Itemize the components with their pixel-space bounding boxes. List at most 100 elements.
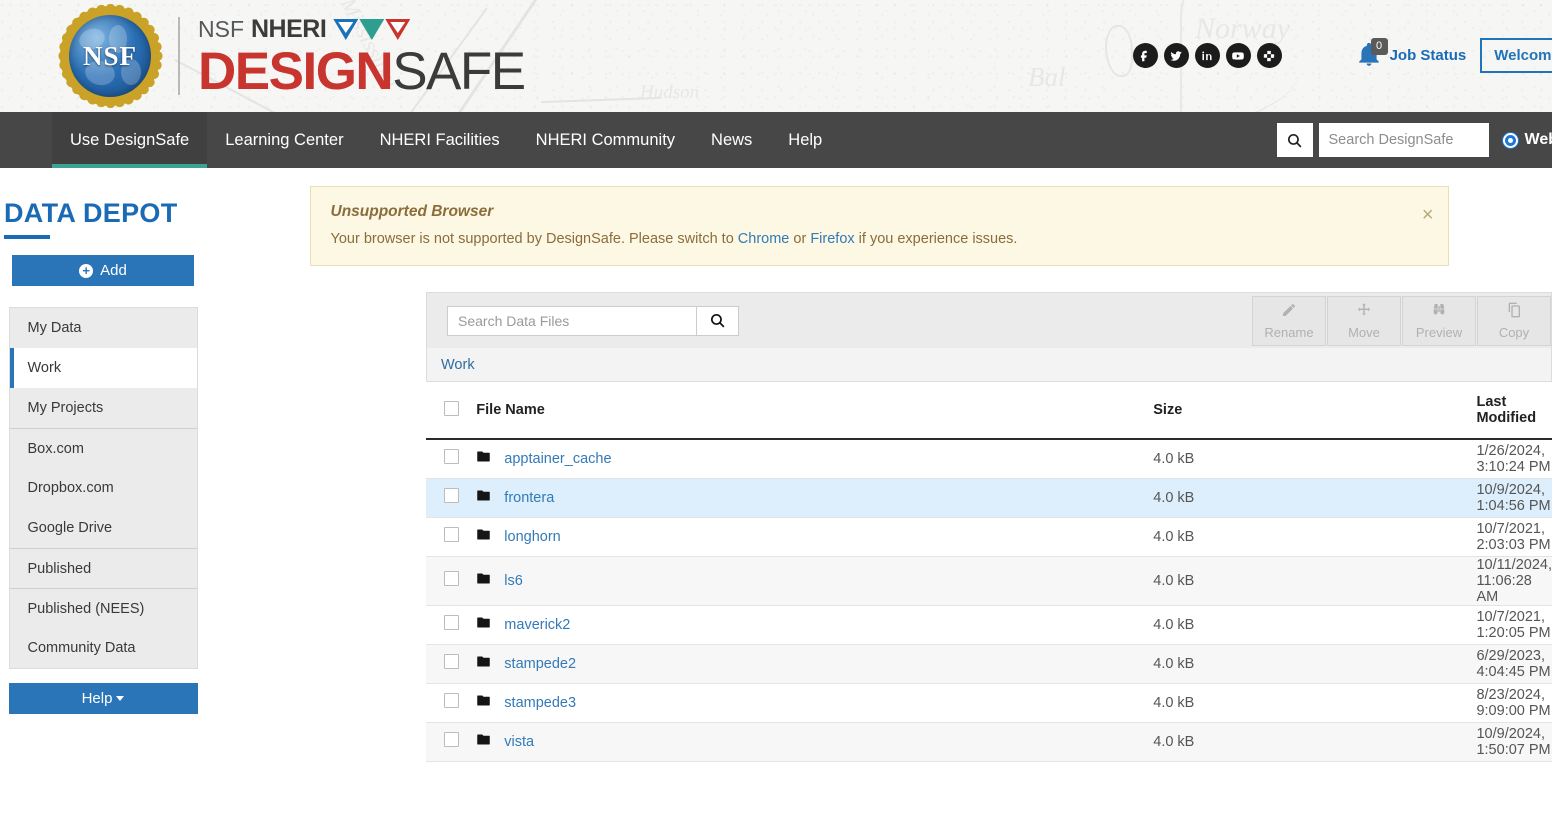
- row-select-cell: [426, 644, 477, 684]
- slack-icon[interactable]: [1256, 43, 1282, 68]
- file-name-link[interactable]: longhorn: [504, 529, 560, 545]
- help-dropdown-button[interactable]: Help: [8, 683, 198, 714]
- column-header-size[interactable]: Size: [1153, 382, 1477, 440]
- select-all-checkbox[interactable]: [444, 400, 459, 416]
- row-checkbox[interactable]: [444, 615, 459, 630]
- file-size-cell: 4.0 kB: [1153, 439, 1477, 479]
- youtube-icon[interactable]: [1225, 43, 1251, 68]
- file-modified-cell: 10/9/2024, 1:04:56 PM: [1476, 478, 1552, 518]
- radio-selected-icon[interactable]: [1502, 132, 1518, 148]
- file-browser-panel: Rename Move Preview Copy Work File Name Siz…: [426, 292, 1552, 762]
- row-checkbox[interactable]: [444, 693, 459, 708]
- table-row[interactable]: longhorn 4.0 kB 10/7/2021, 2:03:03 PM: [426, 517, 1552, 557]
- add-button[interactable]: + Add: [12, 255, 194, 286]
- chrome-link[interactable]: Chrome: [738, 231, 790, 247]
- site-header: Norway Bal Mississippi Hudson NSF NSF NH…: [0, 0, 1552, 112]
- designsafe-design-text: DESIGN: [198, 41, 394, 101]
- table-row[interactable]: vista 4.0 kB 10/9/2024, 1:50:07 PM: [426, 722, 1552, 762]
- notification-bell-icon[interactable]: 0: [1356, 37, 1388, 70]
- move-button[interactable]: Move: [1327, 295, 1401, 346]
- linkedin-icon[interactable]: [1194, 43, 1220, 68]
- row-checkbox[interactable]: [444, 571, 459, 586]
- table-row[interactable]: ls6 4.0 kB 10/11/2024, 11:06:28 AM: [426, 556, 1552, 606]
- plus-icon: +: [79, 263, 94, 278]
- search-data-files-input[interactable]: [447, 305, 697, 336]
- add-button-label: Add: [100, 262, 127, 279]
- file-name-link[interactable]: stampede2: [504, 656, 576, 672]
- sidebar-item-label: Published (NEES): [27, 600, 145, 617]
- copy-icon: [1506, 302, 1522, 321]
- search-data-files-button[interactable]: [697, 305, 739, 336]
- row-select-cell: [426, 556, 477, 606]
- alert-text-before: Your browser is not supported by DesignS…: [330, 231, 738, 247]
- row-checkbox[interactable]: [444, 488, 459, 503]
- sidebar-item-label: My Projects: [27, 400, 104, 416]
- sidebar-item-published[interactable]: Published: [9, 548, 197, 588]
- file-name-link[interactable]: ls6: [504, 573, 523, 589]
- rename-button[interactable]: Rename: [1252, 295, 1326, 346]
- sidebar-item-published-nees[interactable]: Published (NEES): [9, 588, 197, 628]
- site-search-input[interactable]: [1318, 123, 1489, 157]
- table-row[interactable]: maverick2 4.0 kB 10/7/2021, 1:20:05 PM: [426, 605, 1552, 645]
- sidebar-item-box-com[interactable]: Box.com: [9, 428, 197, 468]
- data-depot-sidebar: DATA DEPOT + Add My Data Work My Projects B…: [0, 168, 206, 827]
- row-checkbox[interactable]: [444, 654, 459, 669]
- nsf-seal-text: NSF: [82, 40, 137, 71]
- sidebar-item-my-projects[interactable]: My Projects: [10, 388, 197, 428]
- nav-item-label: Help: [788, 130, 823, 149]
- table-row[interactable]: frontera 4.0 kB 10/9/2024, 1:04:56 PM: [426, 478, 1552, 518]
- main-navigation: Use DesignSafe Learning Center NHERI Facil…: [0, 112, 1552, 168]
- folder-icon: [476, 488, 491, 507]
- nav-item-learning-center[interactable]: Learning Center: [207, 112, 361, 168]
- search-scope-web-radio[interactable]: Web: [1502, 131, 1552, 149]
- nav-item-nheri-facilities[interactable]: NHERI Facilities: [362, 112, 518, 168]
- nav-item-nheri-community[interactable]: NHERI Community: [518, 112, 693, 168]
- site-search-button[interactable]: [1276, 123, 1313, 157]
- file-name-link[interactable]: frontera: [504, 490, 554, 506]
- nav-item-label: NHERI Facilities: [379, 130, 500, 149]
- nav-item-help[interactable]: Help: [770, 112, 840, 168]
- file-size-cell: 4.0 kB: [1153, 605, 1477, 645]
- column-header-file-name[interactable]: File Name: [476, 382, 1154, 440]
- folder-icon: [476, 449, 491, 468]
- job-status-widget[interactable]: 0 Job Status: [1356, 37, 1466, 70]
- nav-item-news[interactable]: News: [693, 112, 770, 168]
- sidebar-item-work[interactable]: Work: [9, 348, 197, 388]
- close-icon[interactable]: ×: [1422, 205, 1434, 225]
- copy-button[interactable]: Copy: [1477, 295, 1551, 346]
- row-checkbox[interactable]: [444, 449, 459, 465]
- firefox-link[interactable]: Firefox: [810, 231, 854, 247]
- folder-icon: [476, 615, 491, 634]
- row-checkbox[interactable]: [444, 732, 459, 747]
- file-name-link[interactable]: vista: [504, 734, 534, 750]
- table-row[interactable]: apptainer_cache 4.0 kB 1/26/2024, 3:10:24 …: [426, 439, 1552, 479]
- row-checkbox[interactable]: [444, 527, 459, 542]
- table-row[interactable]: stampede3 4.0 kB 8/23/2024, 9:09:00 PM: [426, 683, 1552, 723]
- file-name-link[interactable]: apptainer_cache: [504, 451, 611, 467]
- table-row[interactable]: stampede2 4.0 kB 6/29/2023, 4:04:45 PM: [426, 644, 1552, 684]
- column-header-last-modified[interactable]: Last Modified: [1476, 382, 1552, 440]
- file-name-link[interactable]: stampede3: [504, 695, 576, 711]
- file-size-cell: 4.0 kB: [1153, 478, 1477, 518]
- preview-button[interactable]: Preview: [1402, 295, 1476, 346]
- sidebar-item-my-data[interactable]: My Data: [10, 308, 197, 348]
- alert-message: Your browser is not supported by DesignS…: [331, 231, 1428, 247]
- sidebar-item-label: My Data: [27, 320, 82, 336]
- facebook-icon[interactable]: [1132, 43, 1158, 68]
- sidebar-item-label: Published: [27, 560, 92, 577]
- file-name-link[interactable]: maverick2: [504, 617, 570, 633]
- table-body: apptainer_cache 4.0 kB 1/26/2024, 3:10:24 …: [426, 439, 1552, 762]
- sidebar-item-community-data[interactable]: Community Data: [10, 628, 197, 668]
- twitter-icon[interactable]: [1163, 43, 1189, 68]
- sidebar-item-google-drive[interactable]: Google Drive: [10, 508, 197, 548]
- welcome-user-button[interactable]: Welcome,: [1480, 38, 1552, 73]
- file-modified-cell: 1/26/2024, 3:10:24 PM: [1476, 439, 1552, 479]
- folder-icon: [476, 527, 491, 546]
- tool-button-label: Rename: [1264, 324, 1314, 340]
- main-content: × Unsupported Browser Your browser is no…: [206, 168, 1552, 827]
- breadcrumb-item-work[interactable]: Work: [441, 357, 475, 373]
- site-logo[interactable]: NSF NSF NHERI DESIGNSAFE: [58, 4, 526, 108]
- nav-item-use-designsafe[interactable]: Use DesignSafe: [52, 112, 208, 168]
- sidebar-item-dropbox-com[interactable]: Dropbox.com: [10, 468, 197, 508]
- row-select-cell: [426, 478, 477, 518]
